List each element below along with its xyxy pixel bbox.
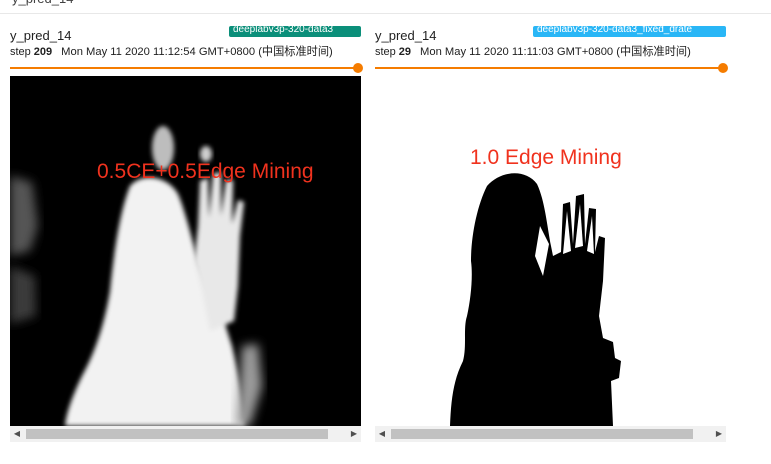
triangle-left-icon[interactable]: ◀: [378, 429, 386, 439]
step-label: step: [375, 46, 396, 58]
step-number: 209: [33, 46, 53, 58]
overlay-label: 0.5CE+0.5Edge Mining: [97, 160, 314, 183]
prediction-image: 0.5CE+0.5Edge Mining: [10, 76, 361, 426]
tag-name: y_pred_14: [10, 28, 72, 43]
run-badge: deeplabv3p-320-data3: [229, 26, 361, 37]
section-title: y_pred_14: [12, 0, 73, 6]
image-card-2: deeplabv3p-320-data3_fixed_drate y_pred_…: [374, 20, 728, 444]
timestamp: Mon May 11 2020 11:11:03 GMT+0800 (中国标准时…: [420, 46, 691, 58]
slider-thumb[interactable]: [353, 63, 363, 73]
step-info: step 29 Mon May 11 2020 11:11:03 GMT+0800 …: [375, 43, 691, 59]
section-header: y_pred_14: [0, 0, 771, 14]
step-label: step: [10, 46, 31, 58]
step-number: 29: [398, 46, 412, 58]
prediction-image: 1.0 Edge Mining: [375, 76, 726, 426]
image-card-1: deeplabv3p-320-data3 y_pred_14 step 209 Mo…: [9, 20, 363, 444]
run-name: deeplabv3p-320-data3: [233, 26, 334, 35]
run-badge: deeplabv3p-320-data3_fixed_drate: [533, 26, 726, 37]
triangle-right-icon[interactable]: ▶: [715, 429, 723, 439]
slider-thumb[interactable]: [718, 63, 728, 73]
timestamp: Mon May 11 2020 11:12:54 GMT+0800 (中国标准时…: [61, 46, 333, 58]
step-slider[interactable]: [375, 63, 728, 73]
step-info: step 209 Mon May 11 2020 11:12:54 GMT+0800…: [10, 43, 333, 59]
hard-mask-image: [375, 76, 726, 426]
run-name: deeplabv3p-320-data3_fixed_drate: [537, 26, 693, 35]
horizontal-scrollbar[interactable]: ◀ ▶: [10, 426, 361, 442]
overlay-label: 1.0 Edge Mining: [470, 146, 622, 169]
soft-mask-image: [10, 76, 361, 426]
triangle-left-icon[interactable]: ◀: [13, 429, 21, 439]
step-slider[interactable]: [10, 63, 363, 73]
horizontal-scrollbar[interactable]: ◀ ▶: [375, 426, 726, 442]
tag-name: y_pred_14: [375, 28, 437, 43]
scrollbar-thumb[interactable]: [26, 429, 328, 439]
triangle-right-icon[interactable]: ▶: [350, 429, 358, 439]
scrollbar-thumb[interactable]: [391, 429, 693, 439]
